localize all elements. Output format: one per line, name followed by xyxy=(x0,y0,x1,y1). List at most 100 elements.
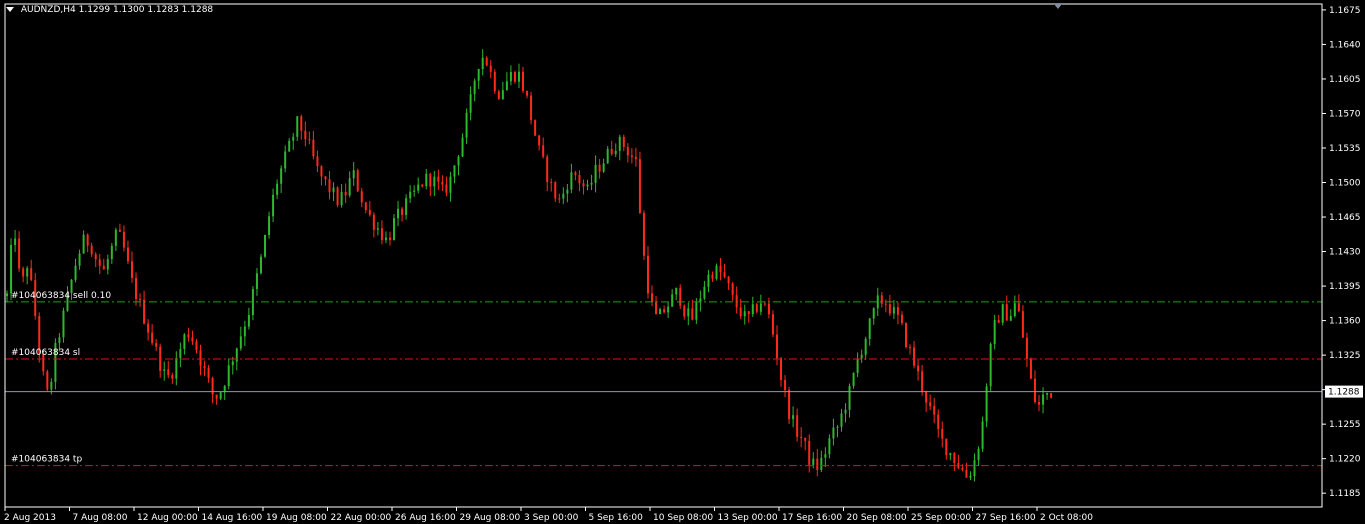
candle-body xyxy=(888,304,891,314)
candle-body xyxy=(445,184,448,193)
candle-body xyxy=(1001,304,1004,323)
candle-body xyxy=(957,463,960,469)
candle-body xyxy=(320,166,323,177)
candle-body xyxy=(715,265,718,279)
candle-body xyxy=(122,231,125,248)
candle-body xyxy=(82,234,85,254)
candle-body xyxy=(449,176,452,193)
candle-body xyxy=(1005,304,1008,321)
candle-body xyxy=(421,184,424,187)
candle-body xyxy=(312,139,315,157)
time-tick-label: 10 Sep 08:00 xyxy=(653,513,713,523)
candle-body xyxy=(90,245,93,255)
price-chart[interactable]: #104063834 sell 0.10 #104063834 sl #104063… xyxy=(0,0,1365,524)
candle-body xyxy=(949,453,952,455)
candle-body xyxy=(348,178,351,196)
candle-body xyxy=(219,392,222,399)
candle-body xyxy=(272,194,275,217)
candle-body xyxy=(542,145,545,157)
candle-body xyxy=(848,386,851,410)
candle-body xyxy=(417,184,420,191)
price-tick-label: 1.1465 xyxy=(1329,213,1361,223)
candle-body xyxy=(259,256,262,274)
candle-body xyxy=(884,303,887,305)
candle-body xyxy=(675,287,678,295)
bull-candle xyxy=(989,342,992,393)
candle-body xyxy=(489,65,492,72)
candle-body xyxy=(30,268,33,281)
candle-body xyxy=(638,159,641,213)
candle-body xyxy=(1017,303,1020,312)
candle-body xyxy=(203,365,206,369)
candle-body xyxy=(308,139,311,141)
candle-body xyxy=(316,156,319,167)
candle-body xyxy=(534,120,537,136)
candle-body xyxy=(368,209,371,215)
candle-body xyxy=(393,218,396,241)
candle-body xyxy=(925,391,928,403)
bull-candle xyxy=(985,383,988,428)
candle-body xyxy=(6,293,9,296)
bear-candle xyxy=(788,386,791,425)
candle-body xyxy=(336,187,339,206)
bull-candle xyxy=(219,391,222,401)
candle-body xyxy=(429,173,432,187)
candle-body xyxy=(187,334,190,338)
candle-body xyxy=(655,301,658,315)
time-tick-label: 25 Sep 00:00 xyxy=(911,513,971,523)
bear-candle xyxy=(493,69,496,94)
candle-body xyxy=(610,148,613,155)
candle-body xyxy=(384,237,387,241)
time-tick-label: 2 Oct 08:00 xyxy=(1040,513,1093,523)
time-tick-label: 29 Aug 08:00 xyxy=(460,513,521,523)
candle-body xyxy=(771,314,774,335)
bear-candle xyxy=(46,369,49,391)
symbol-timeframe: AUDNZD,H4 xyxy=(20,5,76,15)
bull-candle xyxy=(259,253,262,275)
candle-body xyxy=(864,338,867,355)
candle-body xyxy=(405,198,408,215)
candle-body xyxy=(126,247,129,262)
bear-candle xyxy=(336,186,339,208)
price-axis: 1.1675 1.1640 1.1605 1.1570 1.1535 1.1500 1.14… xyxy=(1322,6,1363,499)
candle-body xyxy=(215,394,218,399)
bull-candle xyxy=(54,338,57,390)
candle-body xyxy=(147,323,150,333)
bear-candle xyxy=(356,168,359,193)
price-tick-label: 1.1395 xyxy=(1329,282,1361,292)
candle-body xyxy=(243,326,246,337)
price-tick-label: 1.1220 xyxy=(1329,455,1361,465)
candle-body xyxy=(255,273,258,290)
candle-body xyxy=(747,311,750,315)
time-tick-label: 19 Aug 08:00 xyxy=(266,513,327,523)
candle-body xyxy=(328,179,331,193)
candle-body xyxy=(780,358,783,381)
candle-body xyxy=(457,156,460,166)
candle-body xyxy=(397,208,400,219)
candle-body xyxy=(50,381,53,390)
candle-body xyxy=(517,71,520,82)
candle-body xyxy=(731,283,734,296)
candle-body xyxy=(763,303,766,305)
candle-body xyxy=(183,334,186,349)
candle-body xyxy=(937,414,940,429)
ohlc-quote: 1.1299 1.1300 1.1283 1.1288 xyxy=(78,5,214,15)
bear-candle xyxy=(679,284,682,309)
candle-body xyxy=(10,244,13,294)
time-tick-label: 20 Sep 08:00 xyxy=(847,513,907,523)
candle-body xyxy=(973,460,976,477)
candle-body xyxy=(191,337,194,342)
candle-body xyxy=(775,334,778,359)
candle-body xyxy=(989,343,992,387)
candle-body xyxy=(707,274,710,287)
candle-body xyxy=(501,90,504,99)
candle-body xyxy=(433,176,436,187)
candle-body xyxy=(739,307,742,317)
order-level-label: #104063834 tp xyxy=(11,455,82,465)
candle-body xyxy=(606,148,609,164)
candle-body xyxy=(179,348,182,358)
candle-body xyxy=(626,146,629,156)
candle-body xyxy=(651,293,654,302)
order-level-label: #104063834 sl xyxy=(11,348,80,358)
candle-body xyxy=(759,303,762,312)
